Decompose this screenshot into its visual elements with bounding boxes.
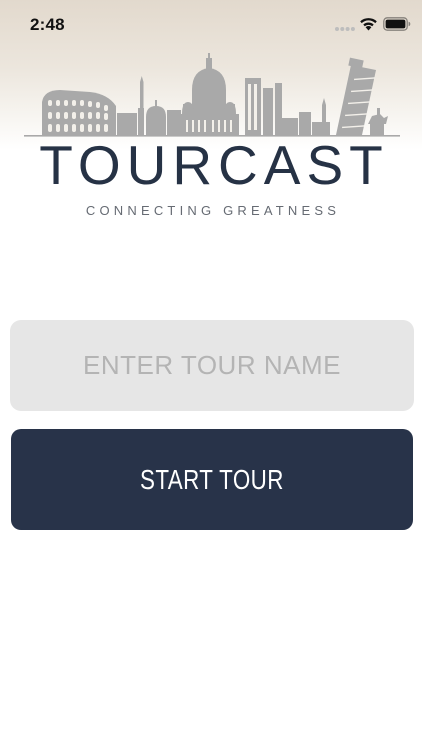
tour-name-input[interactable] xyxy=(10,320,414,411)
logo-tagline: CONNECTING GREATNESS xyxy=(85,203,341,218)
status-time: 2:48 xyxy=(30,15,65,34)
start-tour-label: START TOUR xyxy=(140,463,284,495)
start-tour-button[interactable]: START TOUR xyxy=(11,429,413,530)
wifi-icon xyxy=(360,18,377,31)
cellular-signal-icon xyxy=(335,27,355,31)
logo-wordmark: TOURCAST xyxy=(39,134,389,196)
battery-icon xyxy=(383,17,411,31)
app-screen: 2:48 TOURCAST CONNECTING GREATNESS ENTER… xyxy=(0,0,422,750)
status-bar: 2:48 xyxy=(0,0,422,50)
city-skyline-illustration xyxy=(24,53,400,137)
